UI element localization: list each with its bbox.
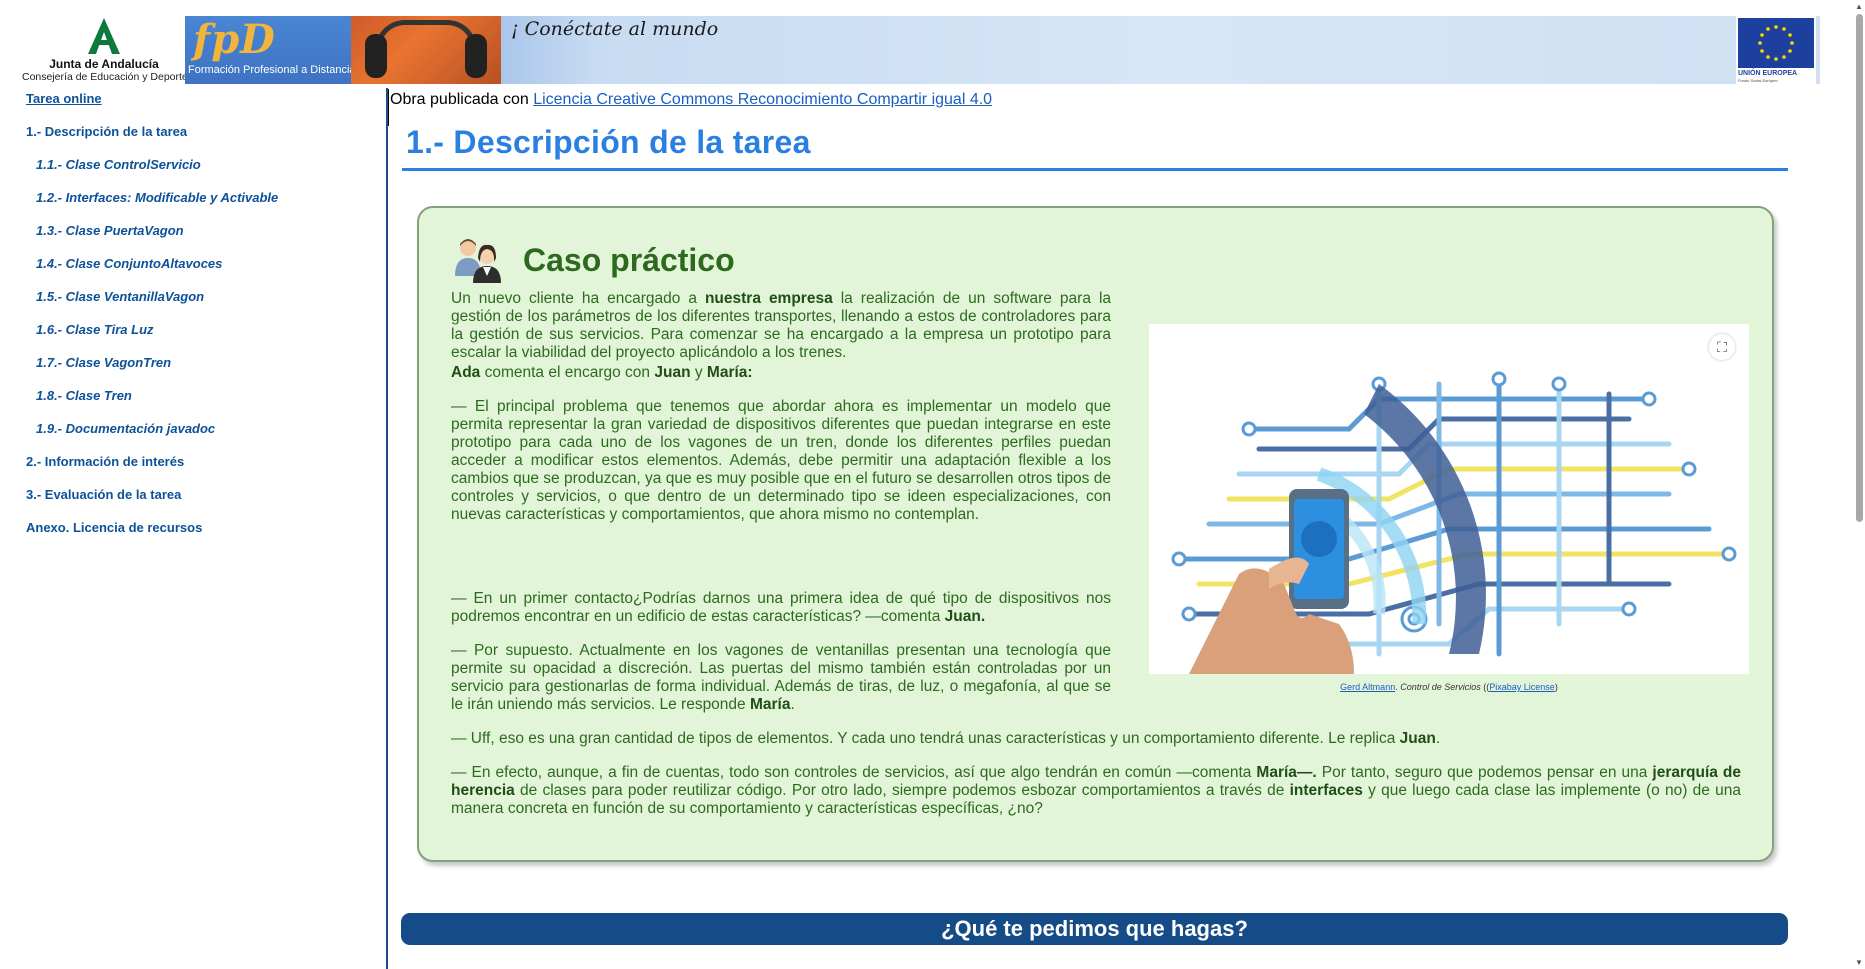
eu-sublabel: Fondo Social Europeo [1738,78,1778,83]
sidebar-item-informacion[interactable]: 2.- Información de interés [26,454,184,469]
license-prefix: Obra publicada con [390,91,534,108]
sidebar-item-interfaces[interactable]: 1.2.- Interfaces: Modificable y Activabl… [36,190,278,205]
case-paragraph-7: — En efecto, aunque, a fin de cuentas, t… [451,764,1742,817]
eu-flag-icon [1738,18,1814,68]
scroll-up-icon[interactable]: ▲ [1855,2,1863,11]
sidebar-item-javadoc[interactable]: 1.9.- Documentación javadoc [36,421,215,436]
sidebar-item-puerta-vagon[interactable]: 1.3.- Clase PuertaVagon [36,223,184,238]
case-paragraph-6: — Uff, eso es una gran cantidad de tipos… [451,730,1441,747]
case-study-title: Caso práctico [523,242,735,278]
page-title: 1.- Descripción de la tarea [406,124,811,160]
eu-logo: UNIÓN EUROPEA Fondo Social Europeo [1736,16,1816,84]
case-study-box: Caso práctico Un nuevo cliente ha encarg… [417,206,1774,862]
fp-logo-letters: fpD [193,16,276,63]
sidebar-item-tarea-online[interactable]: Tarea online [26,91,102,106]
page-scrollbar[interactable]: ▲ ▼ [1853,0,1865,969]
scroll-thumb[interactable] [1856,14,1863,522]
expand-icon[interactable]: ⛶ [1709,334,1735,360]
license-notice: Obra publicada con Licencia Creative Com… [390,91,992,109]
case-paragraph-4: — En un primer contacto¿Podrías darnos u… [451,590,1111,625]
junta-logo-icon [88,18,120,54]
junta-andalucia-logo[interactable]: Junta de Andalucía Consejería de Educaci… [22,16,188,86]
sidebar-item-conjunto-altavoces[interactable]: 1.4.- Clase ConjuntoAltavoces [36,256,222,271]
fp-logo: fpD Formación Profesional a Distancia [185,16,356,84]
case-paragraph-3: — El principal problema que tenemos que … [451,398,1111,523]
junta-name: Junta de Andalucía [49,57,159,71]
site-header: Junta de Andalucía Consejería de Educaci… [0,0,1865,88]
sidebar-item-ventanilla-vagon[interactable]: 1.5.- Clase VentanillaVagon [36,289,204,304]
sidebar-item-vagon-tren[interactable]: 1.7.- Clase VagonTren [36,355,171,370]
case-paragraph-1: Un nuevo cliente ha encargado a nuestra … [451,290,1112,361]
caption-author-link[interactable]: Gerd Altmann [1340,682,1395,692]
fp-banner: fpD Formación Profesional a Distancia ¡ … [185,16,1820,84]
sidebar-item-anexo[interactable]: Anexo. Licencia de recursos [26,520,202,535]
license-link[interactable]: Licencia Creative Commons Reconocimiento… [533,91,992,108]
circuit-phone-illustration [1171,371,1737,674]
sidebar-item-tren[interactable]: 1.8.- Clase Tren [36,388,132,403]
sidebar-nav: Tarea online 1.- Descripción de la tarea… [0,88,388,969]
sidebar-item-evaluacion[interactable]: 3.- Evaluación de la tarea [26,487,181,502]
title-divider [402,168,1788,171]
caption-license-link[interactable]: Pixabay License [1489,682,1555,692]
figure-caption: Gerd Altmann. Control de Servicios ((Pix… [1340,682,1558,692]
characters-icon [453,236,503,284]
scroll-down-icon[interactable]: ▼ [1855,958,1863,967]
eu-label: UNIÓN EUROPEA [1738,70,1798,77]
text-cursor [388,89,389,126]
junta-subtitle: Consejería de Educación y Deporte [22,71,188,83]
banner-headphones-image [351,16,501,84]
sidebar-item-descripcion[interactable]: 1.- Descripción de la tarea [26,124,187,139]
case-paragraph-5: — Por supuesto. Actualmente en los vagon… [451,642,1111,713]
sidebar-item-control-servicio[interactable]: 1.1.- Clase ControlServicio [36,157,201,172]
case-paragraph-2: Ada comenta el encargo con Juan y María: [451,364,753,381]
banner-slogan: ¡ Conéctate al mundo [511,18,719,40]
control-servicios-image[interactable]: ⛶ [1149,324,1749,674]
sidebar-item-tira-luz[interactable]: 1.6.- Clase Tira Luz [36,322,154,337]
section-heading-bar: ¿Qué te pedimos que hagas? [401,913,1788,945]
fp-logo-subtitle: Formación Profesional a Distancia [188,64,356,76]
